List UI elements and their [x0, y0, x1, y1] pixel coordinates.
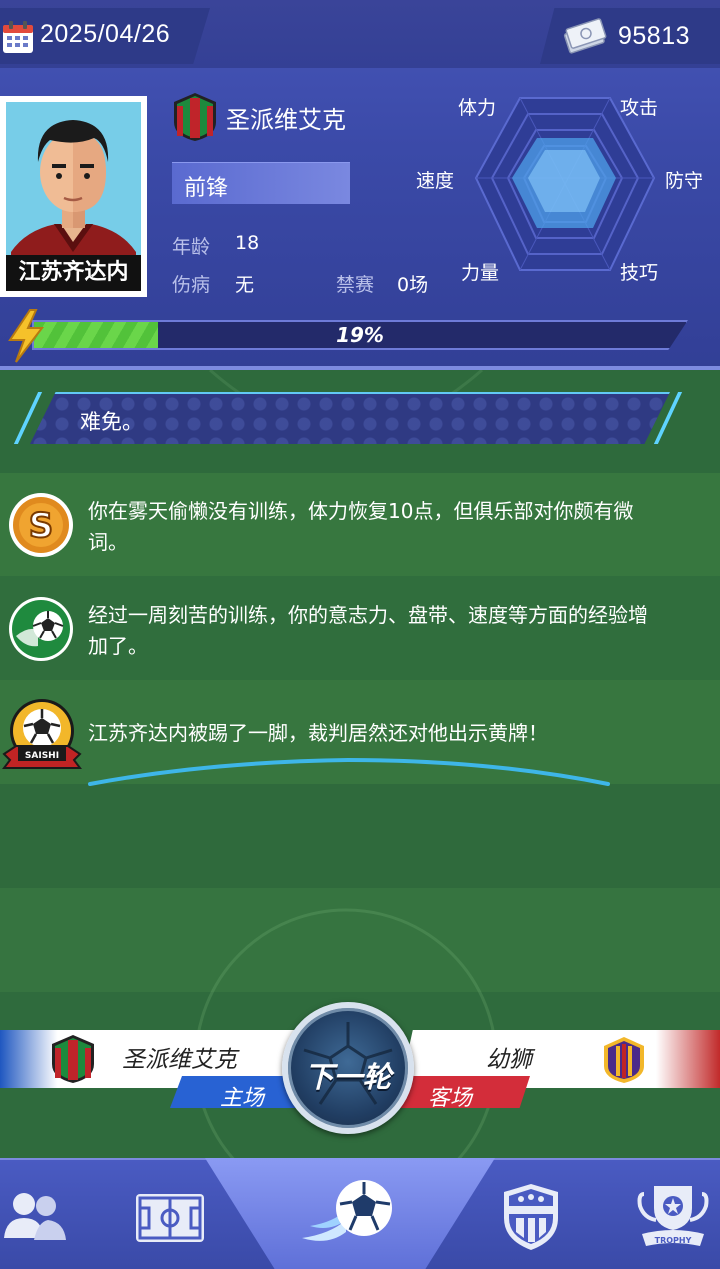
date-label: 2025/04/26	[40, 20, 171, 48]
team-crest-icon	[174, 93, 216, 141]
event-text-1: 你在雾天偷懒没有训练，体力恢复10点，但俱乐部对你颇有微词。	[88, 499, 634, 554]
lightning-icon	[8, 309, 45, 363]
home-tag: 主场	[220, 1086, 265, 1111]
trophy-label: TROPHY	[655, 1236, 692, 1245]
player-portrait[interactable]: 江苏齐达内	[0, 96, 147, 297]
energy-bar: 19%	[32, 320, 688, 350]
team-name: 圣派维艾克	[226, 106, 346, 134]
away-team-crest-icon	[604, 1037, 644, 1083]
trophy-icon[interactable]: TROPHY	[636, 1180, 710, 1252]
radar-speed-label: 速度	[416, 170, 455, 192]
cash-icon	[563, 18, 607, 54]
next-round-label: 下一轮	[304, 1060, 392, 1094]
energy-percent: 19%	[336, 323, 384, 347]
saishi-ball-icon: SAISHI	[2, 699, 82, 769]
home-team-crest-icon	[52, 1035, 94, 1083]
age-label: 年龄	[172, 236, 211, 258]
next-round-button[interactable]: 下一轮	[282, 1002, 414, 1134]
home-team-name: 圣派维艾克	[122, 1047, 237, 1073]
suspension-value: 0场	[397, 274, 429, 296]
position-badge: 前锋	[172, 162, 350, 204]
svg-text:S: S	[29, 506, 54, 546]
portrait-background: 江苏齐达内	[6, 102, 141, 291]
away-tag: 客场	[428, 1086, 473, 1111]
position-label: 前锋	[184, 176, 229, 201]
radar-stamina-label: 体力	[458, 97, 497, 119]
away-team-name: 幼狮	[486, 1047, 532, 1073]
highlight-underline	[88, 757, 610, 786]
radar-attack-label: 攻击	[620, 97, 659, 119]
event-text-3: 江苏齐达内被踢了一脚，裁判居然还对他出示黄牌！	[88, 721, 548, 745]
training-ball-icon	[9, 597, 73, 661]
radar-defense-label: 防守	[665, 170, 704, 192]
suspension-label: 禁赛	[336, 274, 375, 296]
calendar-icon	[3, 21, 33, 53]
injury-label: 伤病	[172, 274, 211, 296]
money-amount: 95813	[618, 22, 691, 50]
injury-value: 无	[235, 274, 255, 296]
narrative-banner: 难免。	[30, 392, 670, 444]
radar-strength-label: 力量	[461, 262, 500, 284]
narrative-text: 难免。	[80, 410, 143, 434]
radar-skill-label: 技巧	[620, 262, 659, 284]
club-shield-icon[interactable]	[502, 1182, 560, 1252]
saishi-badge-text: SAISHI	[25, 751, 59, 761]
sponsor-s-icon: S	[9, 493, 73, 557]
age-value: 18	[235, 232, 260, 254]
player-name: 江苏齐达内	[6, 255, 141, 291]
match-ball-icon[interactable]	[300, 1174, 400, 1254]
pitch-icon[interactable]	[134, 1192, 206, 1244]
players-icon[interactable]	[0, 1184, 70, 1248]
event-text-2: 经过一周刻苦的训练，你的意志力、盘带、速度等方面的经验增加了。	[88, 603, 648, 658]
